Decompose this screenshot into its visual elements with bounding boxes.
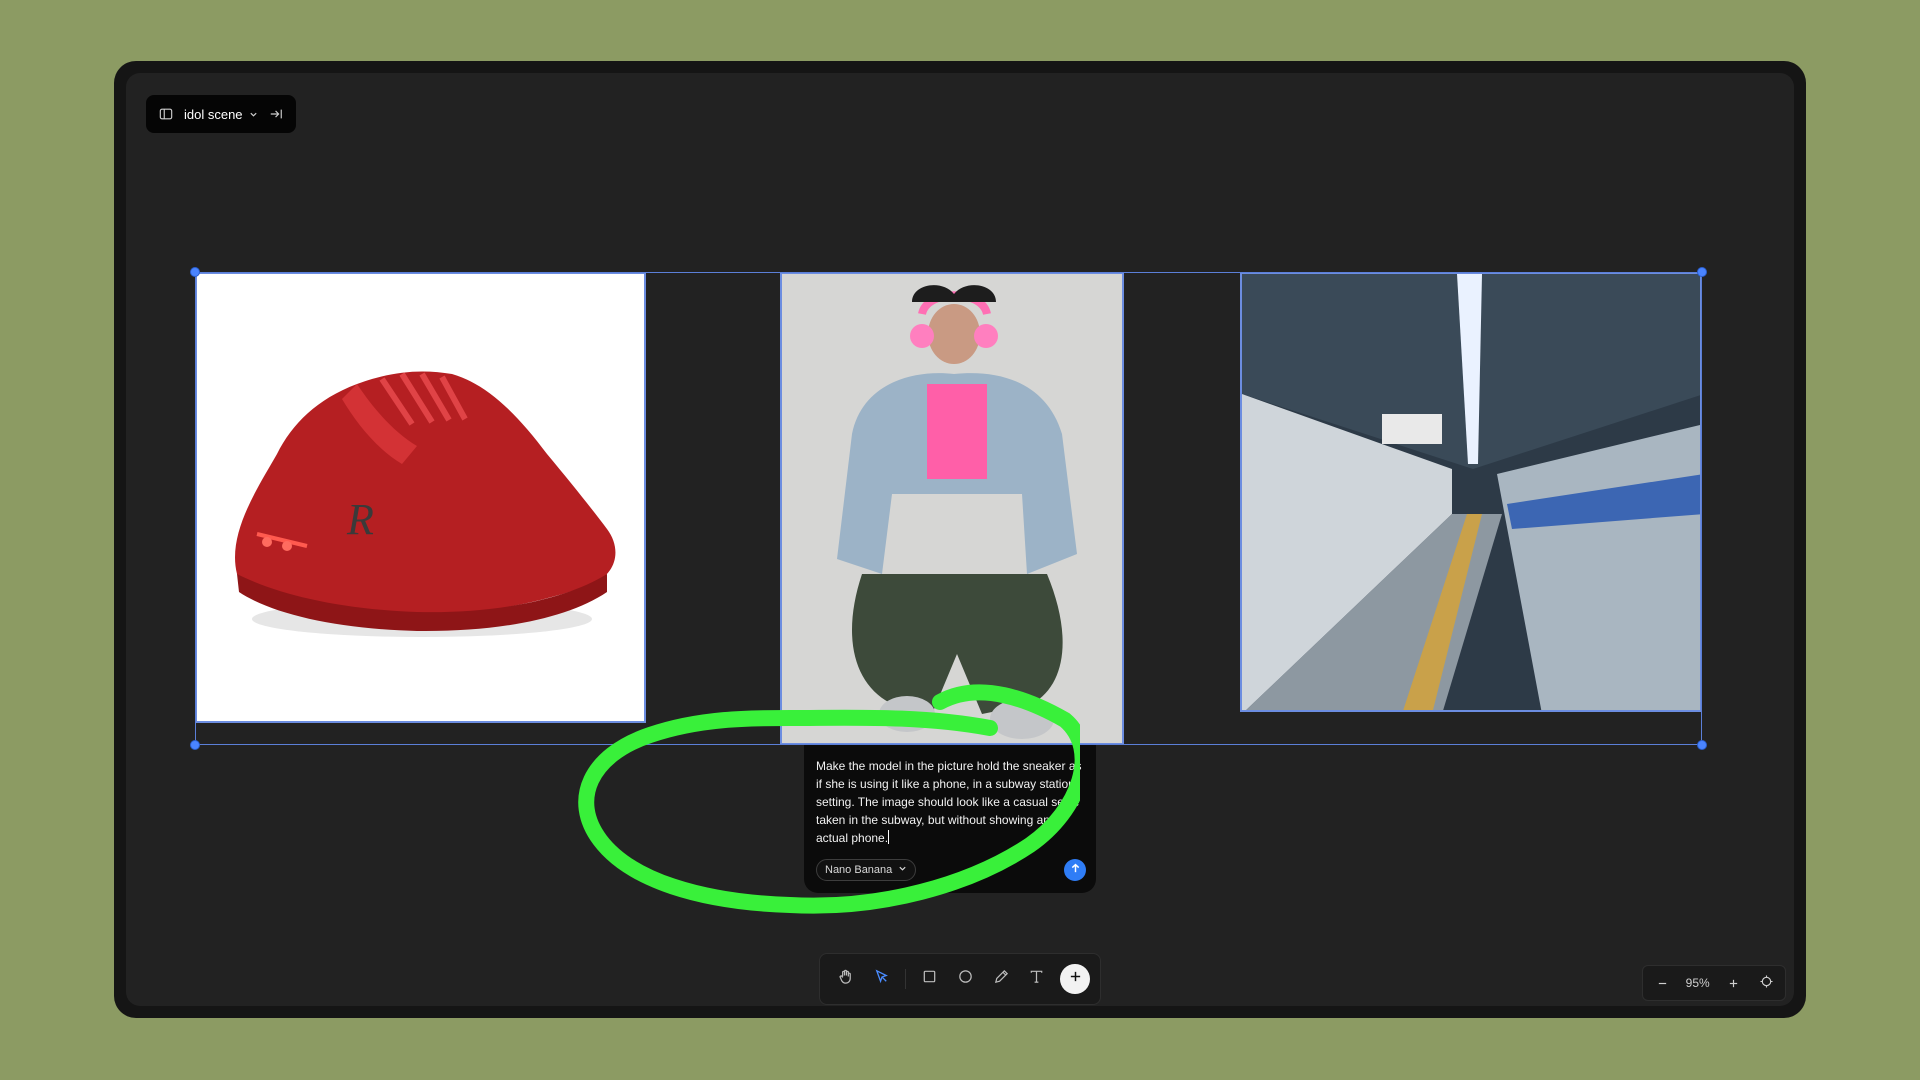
resize-handle-bottom-left[interactable] [190,740,200,750]
rectangle-icon [921,968,938,990]
scene-name: idol scene [184,106,243,122]
ellipse-icon [957,968,974,990]
resize-handle-top-left[interactable] [190,267,200,277]
select-tool[interactable] [866,963,898,995]
text-icon [1028,968,1045,990]
zoom-control: 95% [1642,965,1786,1001]
fit-screen-button[interactable] [1757,974,1775,992]
prompt-box[interactable]: Make the model in the picture hold the s… [804,745,1096,893]
app-window: idol scene R Make the model in the pictu… [114,61,1806,1018]
canvas[interactable]: idol scene R Make the model in the pictu… [126,73,1794,1006]
pencil-tool[interactable] [985,963,1017,995]
arrow-up-icon [1070,861,1081,879]
resize-handle-bottom-right[interactable] [1697,740,1707,750]
chevron-down-icon [249,107,258,122]
collapse-right-icon[interactable] [268,106,284,122]
add-icon [1069,970,1082,988]
send-button[interactable] [1064,859,1086,881]
prompt-input[interactable]: Make the model in the picture hold the s… [816,757,1084,847]
resize-handle-top-right[interactable] [1697,267,1707,277]
toolbar-divider [905,969,907,989]
model-select[interactable]: Nano Banana [816,859,917,881]
sidebar-icon[interactable] [158,106,174,122]
scene-title[interactable]: idol scene [184,107,258,122]
ellipse-tool[interactable] [950,963,982,995]
zoom-out-button[interactable] [1653,974,1671,992]
pencil-icon [993,968,1010,990]
chevron-down-icon [898,861,907,879]
zoom-level[interactable]: 95% [1686,976,1710,990]
scene-header: idol scene [146,95,296,133]
hand-tool[interactable] [830,963,862,995]
zoom-in-button[interactable] [1724,974,1742,992]
text-tool[interactable] [1021,963,1053,995]
tool-palette [819,953,1101,1005]
select-icon [873,968,890,990]
hand-icon [837,968,854,990]
model-label: Nano Banana [825,864,893,876]
prompt-text: Make the model in the picture hold the s… [816,759,1082,845]
text-caret [888,830,890,844]
crosshair-icon [1759,975,1773,991]
add-button[interactable] [1060,964,1090,994]
selection-box[interactable] [190,267,1707,750]
rectangle-tool[interactable] [914,963,946,995]
